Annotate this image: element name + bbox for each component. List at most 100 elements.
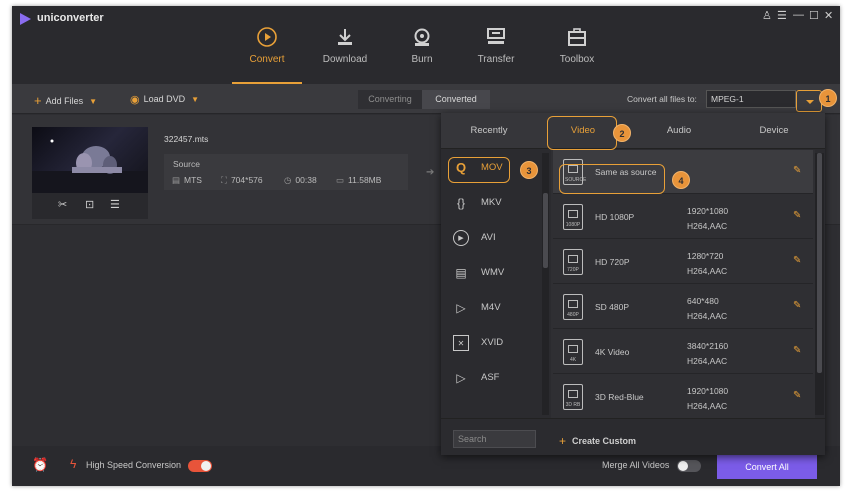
xvid-icon: ✕	[453, 335, 469, 351]
format-label: XVID	[481, 337, 504, 348]
maximize-button[interactable]: ☐	[809, 9, 819, 22]
app-window: uniconverter ♙ ☰ — ☐ ✕ Convert Download …	[12, 6, 840, 486]
nav-download[interactable]: Download	[310, 26, 380, 65]
preset-name: 3D Red-Blue	[595, 392, 644, 402]
nav-convert[interactable]: Convert	[232, 26, 302, 65]
format-label: M4V	[481, 302, 501, 313]
popup-footer: + Create Custom	[441, 418, 825, 455]
arrow-right-icon: ➔	[426, 167, 435, 178]
nav-transfer[interactable]: Transfer	[461, 26, 531, 65]
toggle-knob	[201, 461, 211, 471]
load-dvd-label: Load DVD	[143, 94, 186, 104]
preset-codec: H264,AAC	[687, 311, 728, 321]
format-label: WMV	[481, 267, 505, 278]
format-item-dv[interactable]: ▭ DV	[441, 405, 541, 418]
tab-device[interactable]: Device	[726, 125, 822, 136]
format-popup: Recently Video Audio Device 2 Q MOV {} M…	[441, 113, 825, 455]
format-search-input[interactable]	[453, 430, 536, 448]
logo-icon	[20, 13, 31, 25]
720p-preset-icon: 720P	[563, 249, 583, 275]
output-format-select[interactable]: MPEG-1	[706, 90, 796, 108]
preset-sd-480p[interactable]: 480P SD 480P 640*480 H264,AAC ✎	[553, 285, 813, 329]
clock-icon: ◷	[284, 175, 292, 185]
edit-icon[interactable]: ✎	[793, 390, 804, 401]
edit-icon[interactable]: ✎	[793, 300, 804, 311]
concert-scene-image	[32, 139, 148, 193]
user-icon[interactable]: ♙	[762, 9, 772, 22]
preset-list-scrollbar[interactable]	[815, 153, 824, 415]
preset-codec: H264,AAC	[687, 266, 728, 276]
tab-audio[interactable]: Audio	[631, 125, 727, 136]
high-speed-label: High Speed Conversion	[86, 460, 182, 470]
preset-3d-red-blue[interactable]: 3D RB 3D Red-Blue 1920*1080 H264,AAC ✎	[553, 375, 813, 418]
wmv-icon: ▤	[455, 266, 467, 280]
toolbar: + Add Files ▼ ◉ Load DVD ▼ Converting Conver…	[12, 84, 840, 114]
step-badge-1: 1	[819, 89, 837, 107]
folder-icon: ▭	[336, 175, 345, 185]
format-item-xvid[interactable]: ✕ XVID	[441, 325, 541, 360]
tab-converted[interactable]: Converted	[422, 90, 490, 109]
resolution-icon: ⛶	[221, 175, 227, 185]
close-button[interactable]: ✕	[824, 9, 833, 22]
nav-burn[interactable]: Burn	[387, 26, 457, 65]
caret-down-icon[interactable]: ▼	[89, 97, 97, 106]
popup-tabs: Recently Video Audio Device	[441, 113, 825, 150]
format-item-avi[interactable]: ▶ AVI	[441, 220, 541, 255]
tab-recently[interactable]: Recently	[441, 125, 537, 136]
format-item-mkv[interactable]: {} MKV	[441, 185, 541, 220]
create-custom-button[interactable]: + Create Custom	[559, 434, 636, 448]
nav-download-label: Download	[322, 54, 368, 65]
format-item-wmv[interactable]: ▤ WMV	[441, 255, 541, 290]
m4v-icon: ▷	[456, 301, 466, 315]
caret-down-icon[interactable]: ▼	[191, 95, 199, 104]
format-list-scrollbar[interactable]	[542, 153, 549, 415]
preset-hd-720p[interactable]: 720P HD 720P 1280*720 H264,AAC ✎	[553, 240, 813, 284]
toggle-knob	[678, 461, 688, 471]
scrollbar-thumb[interactable]	[817, 153, 822, 373]
step-badge-4: 4	[672, 171, 690, 189]
nav-burn-label: Burn	[411, 54, 433, 65]
video-preview	[32, 127, 148, 193]
edit-icon[interactable]: ✎	[793, 255, 804, 266]
add-files-button[interactable]: + Add Files ▼	[34, 93, 97, 108]
tab-converting[interactable]: Converting	[358, 90, 422, 109]
format-highlight	[448, 157, 510, 183]
step-badge-3: 3	[520, 161, 538, 179]
preset-hd-1080p[interactable]: 1080P HD 1080P 1920*1080 H264,AAC ✎	[553, 195, 813, 239]
plus-icon: +	[34, 93, 42, 108]
film-icon: ▤	[172, 175, 181, 185]
transfer-icon	[487, 28, 505, 44]
crop-icon[interactable]: ⊡	[85, 198, 94, 211]
preset-resolution: 3840*2160	[687, 341, 729, 351]
480p-preset-icon: 480P	[563, 294, 583, 320]
preset-highlight	[559, 164, 665, 194]
source-label: Source	[173, 159, 200, 169]
effects-icon[interactable]: ☰	[110, 198, 120, 211]
preset-4k-video[interactable]: 4K 4K Video 3840*2160 H264,AAC ✎	[553, 330, 813, 374]
menu-icon[interactable]: ☰	[777, 9, 787, 22]
preset-codec: H264,AAC	[687, 401, 728, 411]
preset-resolution: 1280*720	[687, 251, 724, 261]
edit-icon[interactable]: ✎	[793, 210, 804, 221]
edit-icon[interactable]: ✎	[793, 345, 804, 356]
edit-icon[interactable]: ✎	[793, 165, 804, 176]
format-item-m4v[interactable]: ▷ M4V	[441, 290, 541, 325]
nav-toolbox[interactable]: Toolbox	[542, 26, 612, 65]
source-duration: ◷ 00:38	[284, 175, 317, 185]
convert-all-button[interactable]: Convert All	[717, 455, 817, 479]
source-format: ▤ MTS	[172, 175, 202, 185]
minimize-button[interactable]: —	[793, 9, 804, 21]
video-thumbnail[interactable]: ✂ ⊡ ☰	[32, 127, 148, 219]
format-item-asf[interactable]: ▷ ASF	[441, 360, 541, 395]
format-dropdown-button[interactable]	[796, 90, 822, 112]
cut-icon[interactable]: ✂	[58, 198, 67, 211]
scrollbar-thumb[interactable]	[543, 193, 548, 268]
format-label: ASF	[481, 372, 500, 383]
alarm-clock-icon[interactable]: ⏰	[32, 457, 48, 473]
chevron-down-icon	[806, 100, 814, 104]
lightning-icon: ϟ	[70, 457, 77, 471]
high-speed-toggle[interactable]	[188, 460, 212, 472]
download-icon	[338, 29, 352, 45]
merge-toggle[interactable]	[677, 460, 701, 472]
load-dvd-button[interactable]: ◉ Load DVD ▼	[130, 93, 199, 106]
